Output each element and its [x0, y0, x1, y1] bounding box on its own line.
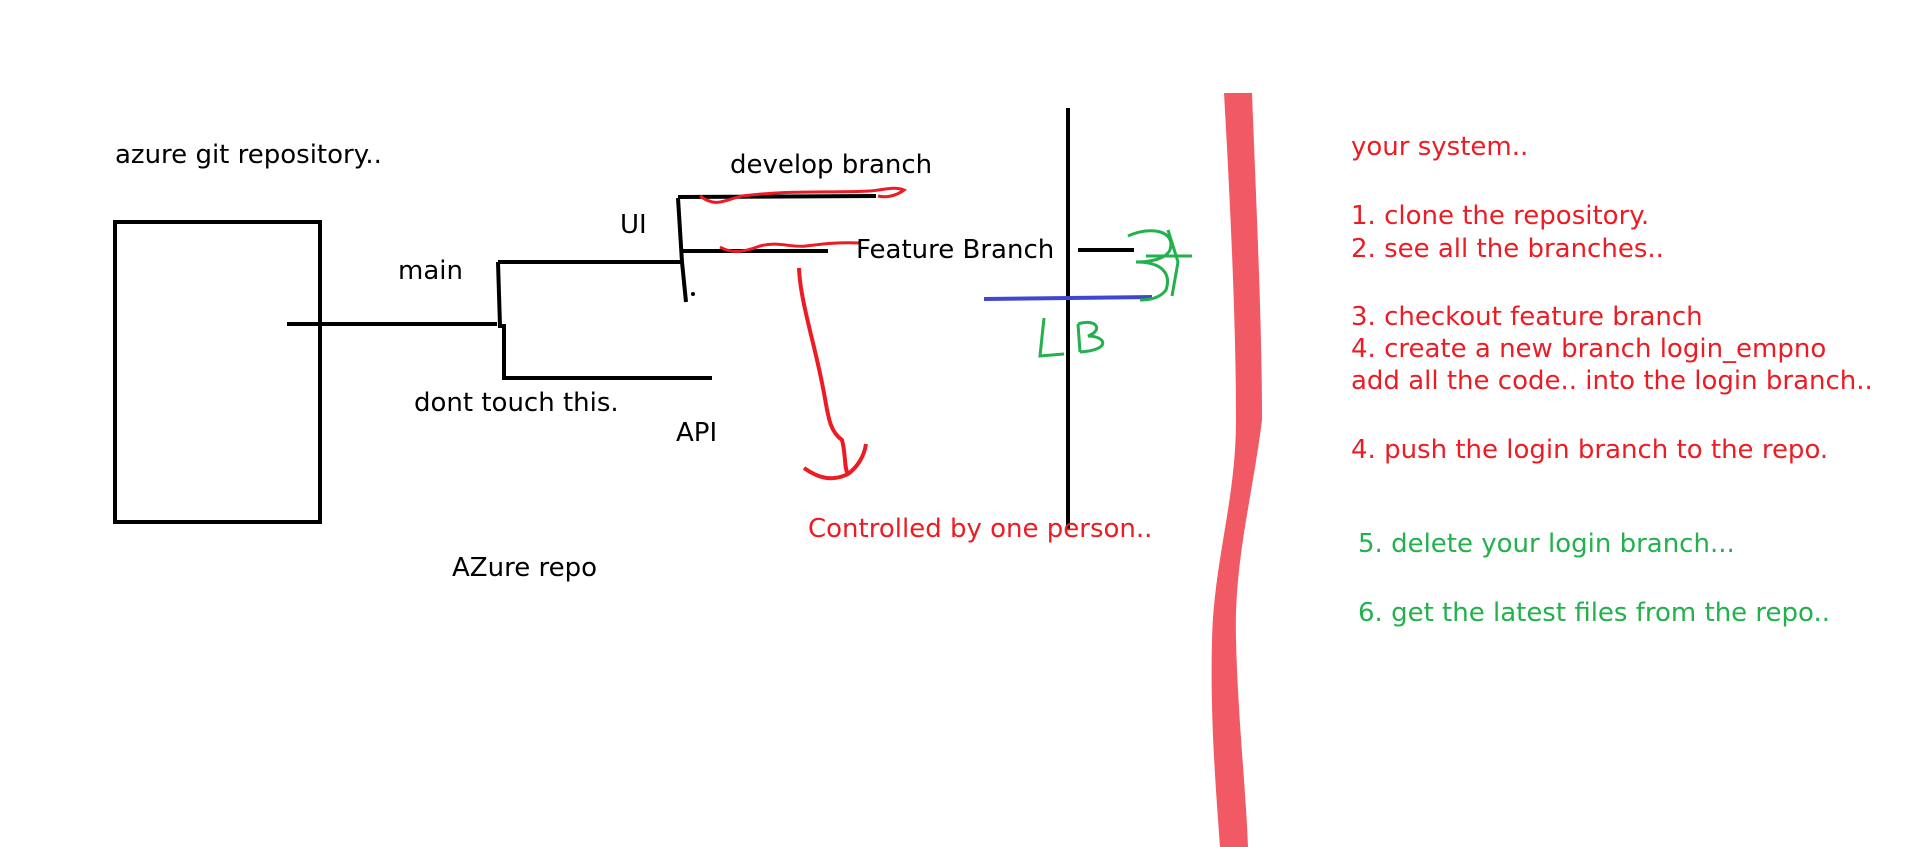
step-4-detail: add all the code.. into the login branch…	[1351, 366, 1873, 396]
step-4: 4. create a new branch login_empno	[1351, 334, 1827, 364]
red-arrowhead	[802, 443, 868, 481]
whiteboard-drawing	[113, 93, 1262, 847]
ui-label: UI	[620, 210, 647, 240]
step-2: 2. see all the branches..	[1351, 234, 1664, 264]
feature-branch-label: Feature Branch	[856, 235, 1055, 265]
blue-line	[983, 295, 1153, 301]
controlled-label: Controlled by one person..	[808, 514, 1153, 544]
lb-letter-l	[1038, 317, 1065, 358]
api-label: API	[676, 418, 718, 448]
step-3: 3. checkout feature branch	[1351, 302, 1703, 332]
step-6: 5. delete your login branch...	[1358, 529, 1735, 559]
step-5: 4. push the login branch to the repo.	[1351, 435, 1829, 465]
main-label: main	[398, 256, 463, 286]
repo-box	[113, 220, 322, 524]
develop-branch-label: develop branch	[730, 150, 933, 180]
step-7: 6. get the latest files from the repo..	[1358, 598, 1831, 628]
red-divider	[1211, 93, 1262, 847]
develop-line	[677, 194, 877, 199]
green-mark	[1127, 229, 1173, 302]
dot	[691, 292, 695, 296]
repo-title: azure git repository..	[115, 140, 382, 170]
step-1: 1. clone the repository.	[1351, 201, 1650, 231]
dont-touch-label: dont touch this.	[414, 388, 619, 418]
red-arrow	[797, 267, 850, 476]
azure-repo-label: AZure repo	[452, 553, 597, 583]
steps-title: your system..	[1351, 132, 1529, 162]
main-branch-vertical	[496, 261, 506, 380]
lb-letter-b	[1076, 321, 1105, 354]
